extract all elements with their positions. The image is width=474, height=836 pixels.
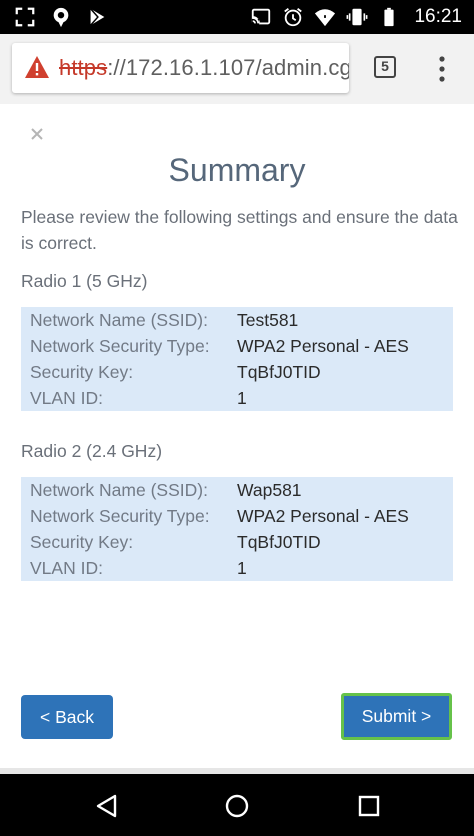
intro-text: Please review the following settings and… — [21, 207, 458, 253]
alarm-icon — [284, 8, 303, 27]
vibrate-icon — [347, 8, 368, 26]
row-label: Network Name (SSID): — [30, 480, 208, 500]
navigation-bar — [0, 774, 474, 836]
url-host: ://172.16.1.107/admin.cgi — [107, 55, 349, 80]
row-value: TqBfJ0TID — [237, 362, 321, 382]
tab-switcher-button[interactable]: 5 — [374, 56, 396, 78]
summary-page: Summary Please review the following sett… — [0, 104, 474, 774]
table-row: Security Key: TqBfJ0TID — [21, 359, 453, 385]
row-value: 1 — [237, 388, 247, 408]
row-value: TqBfJ0TID — [237, 532, 321, 552]
table-row: Network Security Type: WPA2 Personal - A… — [21, 503, 453, 529]
wifi-icon — [315, 9, 336, 27]
browser-toolbar: https://172.16.1.107/admin.cgi 5 — [0, 34, 474, 104]
row-value: WPA2 Personal - AES — [237, 506, 409, 526]
back-button[interactable]: < Back — [21, 695, 113, 739]
radio-2-table: Network Name (SSID): Wap581 Network Secu… — [21, 477, 453, 581]
table-row: Network Security Type: WPA2 Personal - A… — [21, 333, 453, 359]
status-bar: 16:21 — [0, 0, 474, 34]
page-title: Summary — [168, 152, 306, 188]
url-text: https://172.16.1.107/admin.cgi — [59, 55, 349, 81]
radio-1-table: Network Name (SSID): Test581 Network Sec… — [21, 307, 453, 411]
row-label: VLAN ID: — [30, 558, 103, 578]
row-label: VLAN ID: — [30, 388, 103, 408]
fullscreen-icon — [15, 7, 35, 27]
row-label: Network Security Type: — [30, 506, 210, 526]
url-scheme: https — [59, 55, 108, 80]
cast-icon — [252, 8, 271, 27]
status-time: 16:21 — [414, 6, 462, 27]
row-value: 1 — [237, 558, 247, 578]
close-icon[interactable] — [29, 126, 45, 142]
warning-icon[interactable] — [24, 55, 50, 79]
address-bar[interactable]: https://172.16.1.107/admin.cgi — [12, 43, 349, 93]
table-row: Network Name (SSID): Test581 — [21, 307, 453, 333]
table-row: Network Name (SSID): Wap581 — [21, 477, 453, 503]
location-icon — [53, 7, 69, 28]
row-value: WPA2 Personal - AES — [237, 336, 409, 356]
table-row: VLAN ID: 1 — [21, 385, 453, 411]
row-label: Network Security Type: — [30, 336, 210, 356]
table-row: Security Key: TqBfJ0TID — [21, 529, 453, 555]
table-row: VLAN ID: 1 — [21, 555, 453, 581]
play-store-icon — [90, 8, 105, 26]
home-icon[interactable] — [224, 793, 250, 819]
row-label: Security Key: — [30, 362, 134, 382]
radio-1-heading: Radio 1 (5 GHz) — [21, 271, 148, 291]
row-value: Test581 — [237, 310, 299, 330]
battery-icon — [384, 7, 395, 27]
submit-button[interactable]: Submit > — [341, 693, 452, 740]
overflow-menu-icon[interactable] — [432, 54, 452, 84]
row-label: Network Name (SSID): — [30, 310, 208, 330]
recents-icon[interactable] — [356, 793, 382, 819]
row-value: Wap581 — [237, 480, 302, 500]
back-icon[interactable] — [94, 793, 120, 819]
radio-2-heading: Radio 2 (2.4 GHz) — [21, 441, 163, 461]
row-label: Security Key: — [30, 532, 134, 552]
